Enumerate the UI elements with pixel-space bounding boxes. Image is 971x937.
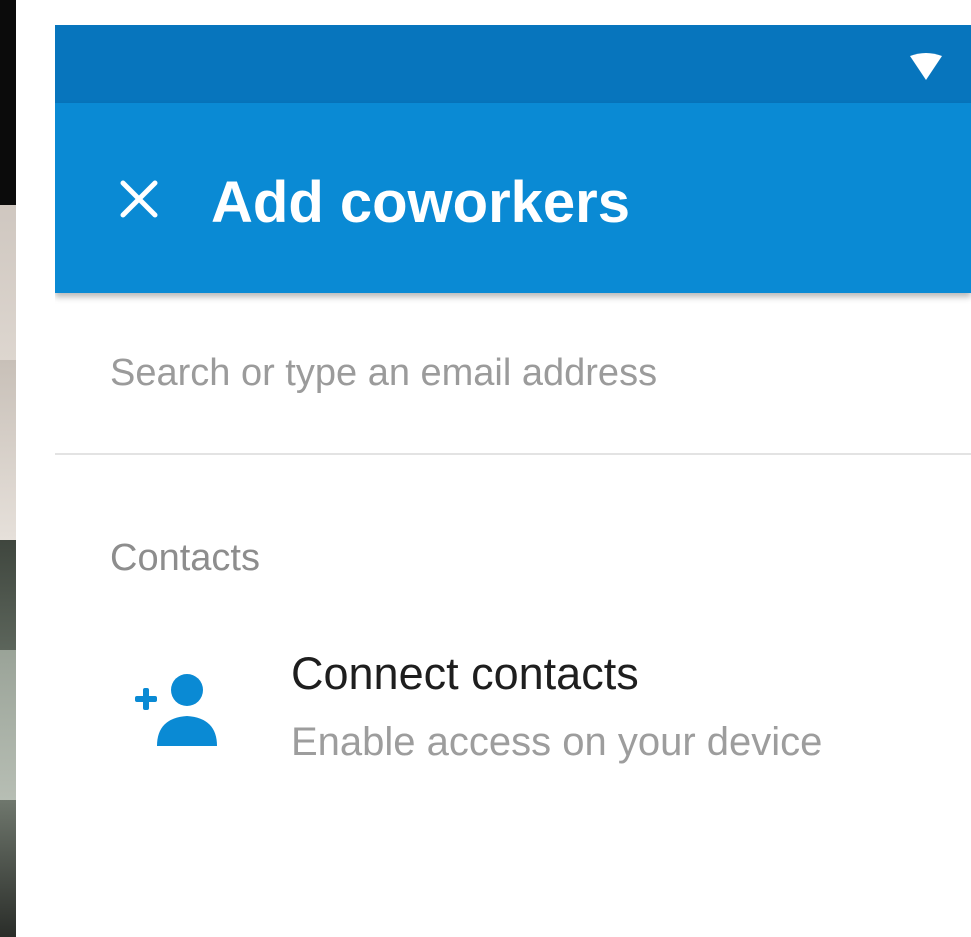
wifi-icon (910, 53, 942, 80)
add-person-icon (135, 674, 217, 746)
status-bar (55, 25, 971, 103)
close-icon (120, 180, 158, 218)
app-bar: Add coworkers (55, 103, 971, 293)
list-item-title: Connect contacts (291, 648, 639, 699)
contacts-section-header: Contacts (110, 537, 260, 579)
close-button[interactable] (107, 167, 171, 231)
search-row (55, 293, 971, 455)
screen: Add coworkers Contacts Connect contacts … (0, 0, 971, 937)
list-item-subtitle: Enable access on your device (291, 720, 823, 764)
add-coworkers-screen: Add coworkers Contacts Connect contacts … (55, 25, 971, 937)
search-input[interactable] (110, 341, 930, 405)
page-title: Add coworkers (211, 170, 630, 235)
background-screen-edge (0, 0, 16, 937)
connect-contacts-item[interactable]: Connect contacts Enable access on your d… (55, 640, 971, 810)
